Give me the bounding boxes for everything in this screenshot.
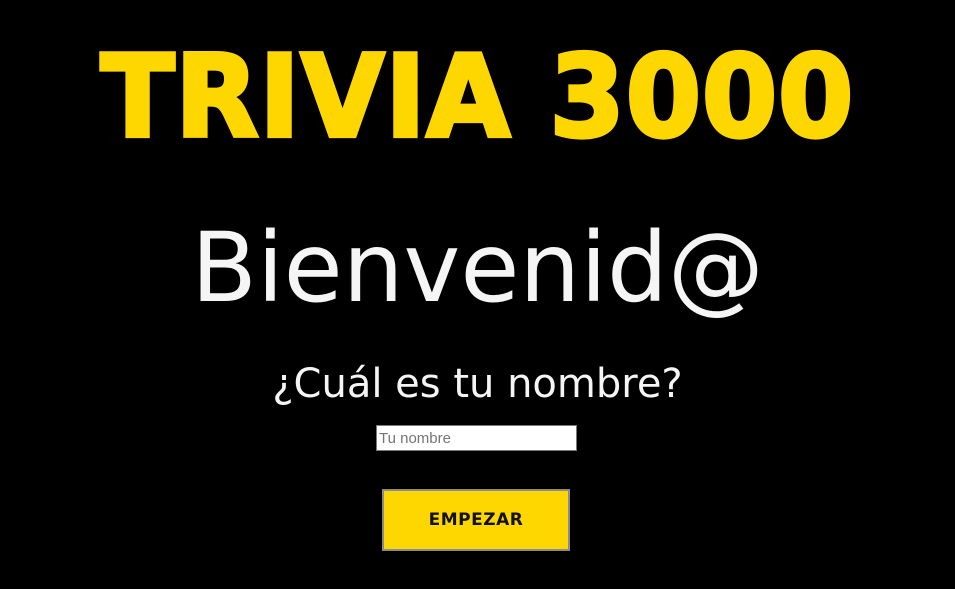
app-title: TRIVIA 3000 [99,30,856,165]
name-input[interactable] [376,425,577,451]
name-prompt: ¿Cuál es tu nombre? [272,361,683,407]
welcome-heading: Bienvenid@ [191,212,764,324]
start-button[interactable]: EMPEZAR [382,489,570,551]
